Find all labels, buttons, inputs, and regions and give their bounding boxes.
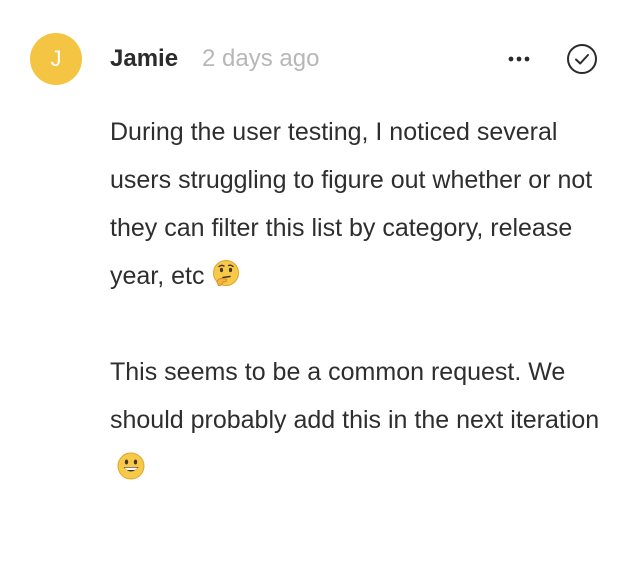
more-horizontal-icon[interactable] <box>505 47 533 71</box>
thinking-face-emoji <box>212 260 239 287</box>
paragraph-text: This seems to be a common request. We sh… <box>110 358 600 434</box>
comment-timestamp: 2 days ago <box>202 45 320 72</box>
comment-card: J Jamie 2 days ago During the user testi… <box>0 0 640 568</box>
grinning-face-emoji <box>117 452 145 480</box>
comment-body: During the user testing, I noticed sever… <box>110 108 610 492</box>
avatar[interactable]: J <box>30 33 82 85</box>
comment-paragraph: During the user testing, I noticed sever… <box>110 108 610 300</box>
comment-paragraph: This seems to be a common request. We sh… <box>110 348 610 492</box>
paragraph-text: During the user testing, I noticed sever… <box>110 118 593 290</box>
author-name[interactable]: Jamie <box>110 44 178 74</box>
check-circle-icon[interactable] <box>566 43 598 75</box>
